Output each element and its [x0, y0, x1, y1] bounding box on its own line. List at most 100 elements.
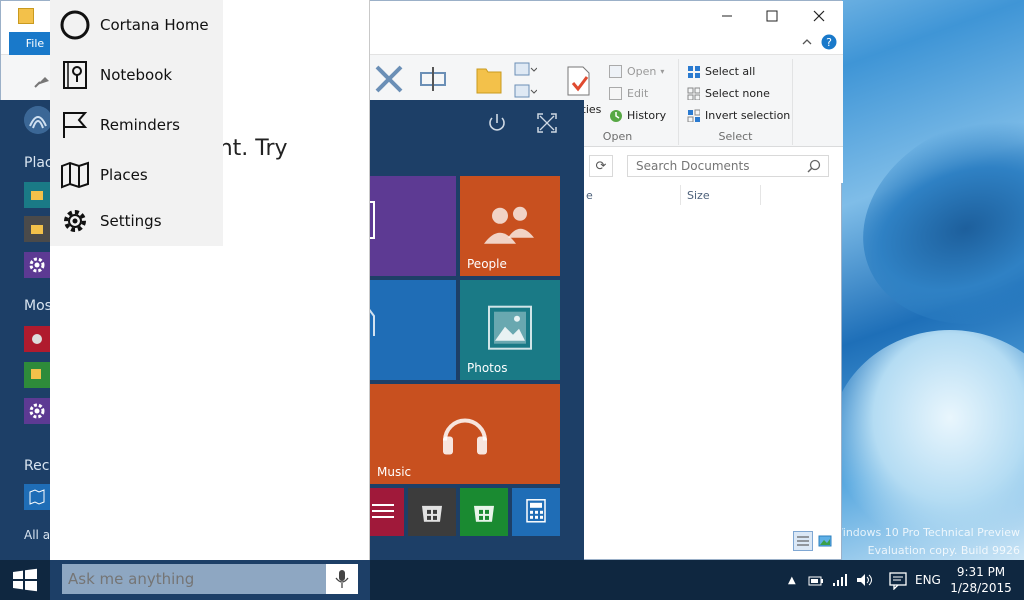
refresh-icon: ⟳: [595, 158, 607, 174]
places-section-label: Plac: [24, 155, 53, 171]
most-used-app-3[interactable]: [24, 398, 50, 424]
places-label: Places: [100, 166, 148, 184]
store-icon: [422, 505, 442, 522]
gear-icon: [29, 257, 45, 273]
microphone-icon: [335, 570, 349, 588]
cortana-menu: Cortana Home Notebook Reminders Places S…: [50, 0, 223, 246]
new-folder-icon[interactable]: [475, 61, 503, 95]
file-explorer-shortcut[interactable]: [24, 182, 50, 208]
cortana-home-label: Cortana Home: [100, 16, 209, 34]
history-button[interactable]: History: [609, 105, 666, 125]
system-tray: ▲: [788, 560, 884, 600]
easy-access-icon[interactable]: [513, 83, 537, 101]
view-toggle: [793, 531, 835, 551]
start-button[interactable]: [0, 560, 50, 600]
notebook-icon: [60, 60, 90, 90]
battery-power-icon[interactable]: [808, 573, 824, 587]
windows-logo-icon: [13, 568, 37, 592]
build-watermark: Windows 10 Pro Technical Preview Evaluat…: [832, 526, 1020, 557]
documents-shortcut[interactable]: [24, 216, 50, 242]
gear-icon: [60, 206, 90, 236]
circle-icon: [60, 10, 90, 40]
network-icon[interactable]: [832, 573, 848, 587]
maximize-button[interactable]: [749, 1, 795, 31]
folder-properties-icon[interactable]: [18, 8, 34, 24]
cortana-search-bar: [50, 560, 370, 600]
clock-time: 9:31 PM: [956, 565, 1006, 579]
tile-calculator[interactable]: [512, 488, 560, 536]
tile-people[interactable]: People: [460, 176, 560, 276]
reminders-label: Reminders: [100, 116, 180, 134]
settings-shortcut[interactable]: [24, 252, 50, 278]
recent-app-1[interactable]: [24, 484, 50, 510]
ribbon-group-label-select: Select: [718, 130, 753, 143]
help-icon[interactable]: ?: [821, 34, 837, 50]
close-button[interactable]: [796, 1, 842, 31]
rename-icon[interactable]: [417, 63, 449, 95]
ask-input[interactable]: [62, 564, 326, 594]
app-icon: [31, 369, 41, 379]
most-used-app-1[interactable]: [24, 326, 50, 352]
places-item[interactable]: Places: [50, 150, 223, 200]
action-center-icon[interactable]: [888, 570, 908, 590]
details-view-button[interactable]: [793, 531, 813, 551]
most-used-app-2[interactable]: [24, 362, 50, 388]
show-hidden-icons-icon[interactable]: ▲: [788, 575, 796, 586]
collapse-ribbon-icon[interactable]: [801, 36, 813, 48]
folder-icon: [31, 191, 43, 200]
microphone-button[interactable]: [326, 564, 358, 594]
new-item-icon[interactable]: [513, 61, 537, 79]
tile-calendar[interactable]: [368, 176, 456, 276]
expand-icon[interactable]: [536, 112, 558, 134]
tile-store[interactable]: [408, 488, 456, 536]
select-all-button[interactable]: Select all: [687, 61, 755, 81]
select-none-button[interactable]: Select none: [687, 83, 770, 103]
minimize-button[interactable]: [704, 1, 750, 31]
select-all-icon: [688, 65, 700, 78]
map-icon: [29, 489, 45, 505]
large-icons-view-button[interactable]: [815, 531, 835, 551]
notebook-label: Notebook: [100, 66, 173, 84]
user-avatar-icon[interactable]: [24, 106, 52, 134]
map-icon: [60, 160, 90, 190]
properties-icon[interactable]: [565, 65, 591, 97]
edit-icon: [609, 86, 622, 100]
close-icon: [813, 10, 825, 22]
large-icons-view-icon: [818, 535, 832, 547]
settings-label: Settings: [100, 212, 162, 230]
refresh-button[interactable]: ⟳: [589, 155, 613, 177]
open-button[interactable]: Open ▾: [609, 61, 664, 81]
tile-music[interactable]: Music: [370, 384, 560, 484]
edit-button[interactable]: Edit: [609, 83, 648, 103]
select-none-icon: [687, 87, 700, 100]
volume-icon[interactable]: [856, 573, 874, 587]
open-icon: [609, 64, 622, 78]
tile-mail[interactable]: [368, 280, 456, 380]
column-header-name[interactable]: e: [586, 189, 593, 202]
tile-news[interactable]: [370, 488, 404, 536]
most-used-section-label: Mos: [24, 298, 52, 314]
search-input[interactable]: [627, 155, 829, 177]
clock-date: 1/28/2015: [950, 581, 1012, 595]
language-indicator[interactable]: ENG: [915, 560, 941, 600]
taskbar-clock[interactable]: 9:31 PM 1/28/2015: [942, 564, 1020, 596]
cortana-home-item[interactable]: Cortana Home: [50, 0, 223, 50]
app-icon: [32, 334, 42, 344]
invert-selection-icon: [687, 109, 700, 122]
store-icon: [474, 505, 494, 522]
tile-store-beta[interactable]: [460, 488, 508, 536]
headphones-icon: [443, 418, 487, 455]
calculator-icon: [526, 499, 546, 523]
settings-item[interactable]: Settings: [50, 196, 223, 246]
ribbon-group-select: Select all Select none Invert selection …: [679, 59, 793, 145]
delete-icon[interactable]: [373, 63, 405, 95]
search-icon[interactable]: [807, 159, 821, 173]
notebook-item[interactable]: Notebook: [50, 50, 223, 100]
reminders-item[interactable]: Reminders: [50, 100, 223, 150]
power-icon[interactable]: [486, 112, 508, 134]
documents-folder-icon: [31, 225, 43, 234]
tile-photos[interactable]: Photos: [460, 280, 560, 380]
column-header-size[interactable]: Size: [687, 189, 710, 202]
invert-selection-button[interactable]: Invert selection: [687, 105, 790, 125]
tile-music-label: Music: [377, 465, 412, 479]
